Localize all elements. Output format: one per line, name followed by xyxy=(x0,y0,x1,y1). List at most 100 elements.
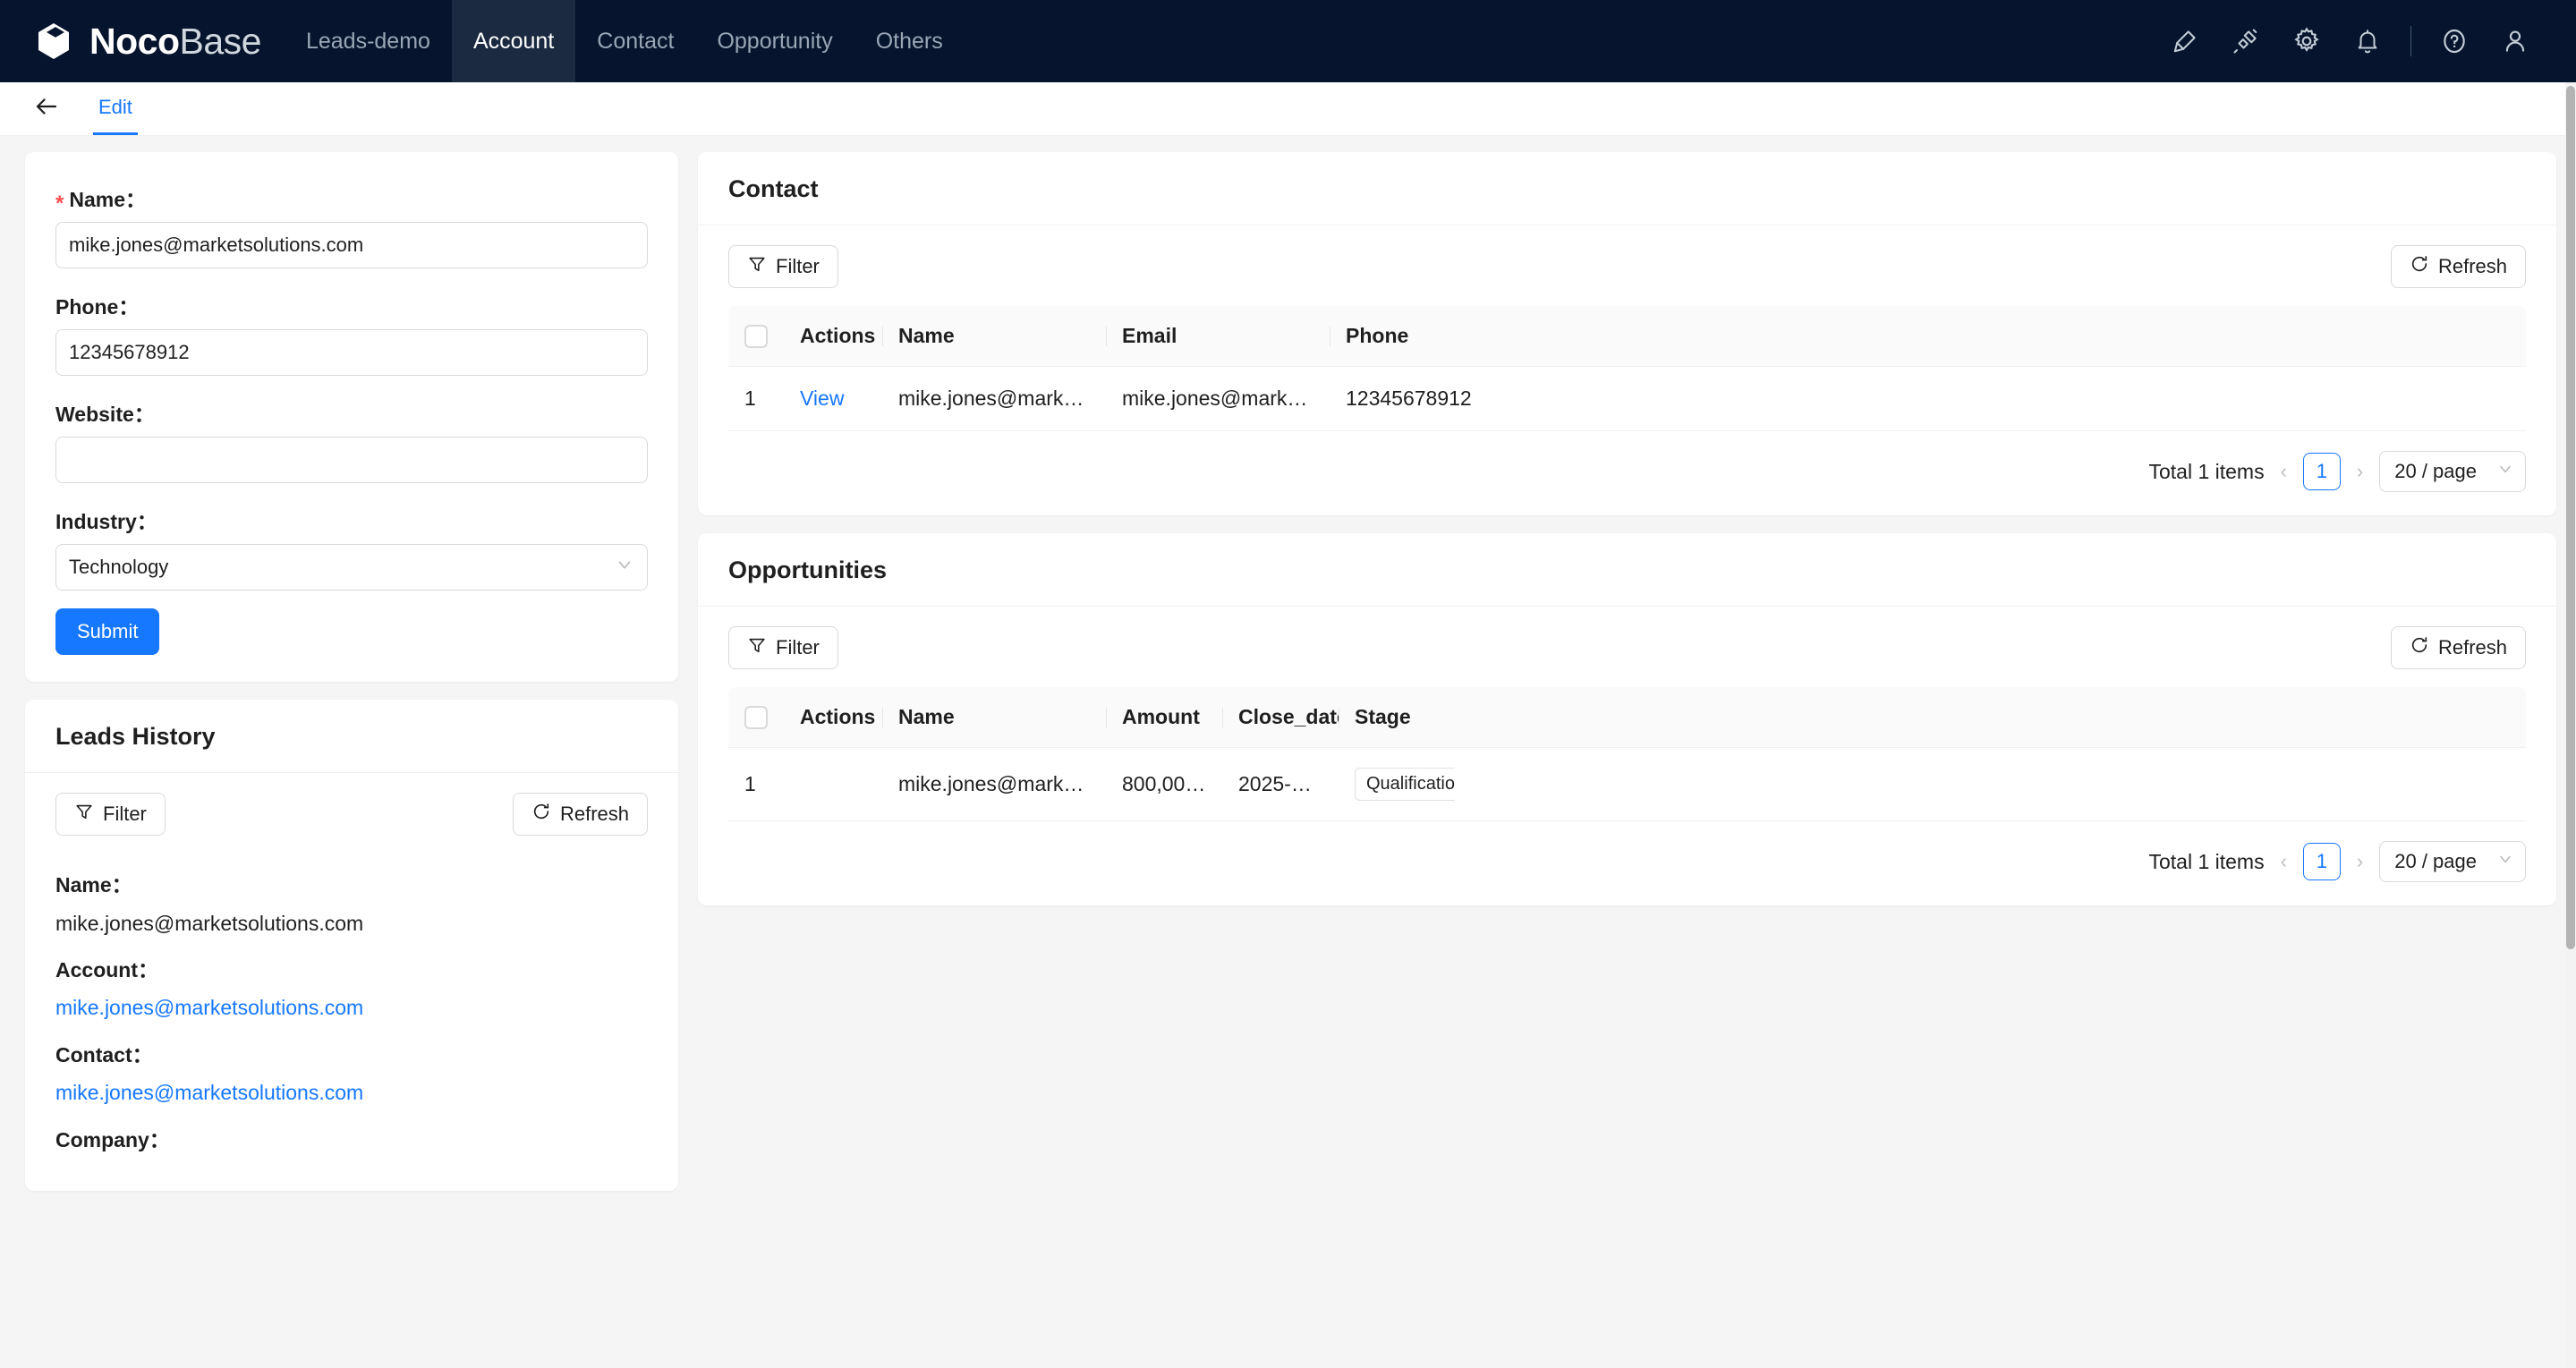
opportunities-page-size-label: 20 / page xyxy=(2394,850,2477,872)
leads-history-refresh-button[interactable]: Refresh xyxy=(512,793,648,836)
contact-refresh-button[interactable]: Refresh xyxy=(2390,245,2526,288)
opportunities-row-index: 1 xyxy=(728,747,784,821)
opportunities-toolbar: Filter Refresh xyxy=(698,607,2556,687)
nav-item-opportunity[interactable]: Opportunity xyxy=(695,0,854,82)
page-scrollbar[interactable] xyxy=(2565,82,2576,1368)
opportunities-col-actions: Actions xyxy=(784,687,882,748)
contact-page-1[interactable]: 1 xyxy=(2302,453,2341,490)
select-all-checkbox[interactable] xyxy=(744,324,768,348)
brand-title: Noco Base xyxy=(89,20,261,62)
contact-pagination: Total 1 items ‹ 1 › 20 / page xyxy=(698,431,2556,515)
field-phone-label-text: Phone： xyxy=(55,295,140,319)
contact-header-row: Actions Name Email Phone xyxy=(728,306,2526,367)
opportunities-col-stage: Stage xyxy=(1339,687,1455,748)
contact-total-label: Total 1 items xyxy=(2148,459,2265,483)
contact-col-name: Name xyxy=(882,306,1106,367)
table-row[interactable]: 1 View mike.jones@marketsolutions.com mi… xyxy=(728,366,2526,431)
contact-filter-button[interactable]: Filter xyxy=(728,245,838,288)
nav-item-account[interactable]: Account xyxy=(451,0,576,82)
leads-history-body: Name： mike.jones@marketsolutions.com Acc… xyxy=(25,868,678,1191)
opportunities-row-filler xyxy=(1455,747,2526,821)
nav-item-leads-demo[interactable]: Leads-demo xyxy=(285,0,452,82)
opportunities-table-body: 1 mike.jones@marketsolutions.com 800,000… xyxy=(728,747,2526,821)
page-scrollbar-thumb[interactable] xyxy=(2566,86,2575,949)
contact-table: Actions Name Email Phone 1 View mike.jon… xyxy=(728,306,2526,431)
help-circle-icon[interactable] xyxy=(2424,0,2485,82)
brand-title-bold: Noco xyxy=(89,20,180,62)
refresh-icon xyxy=(2410,254,2429,279)
field-name-label-text: Name： xyxy=(69,188,146,211)
chevron-left-icon[interactable]: ‹ xyxy=(2277,850,2291,873)
field-phone-label: Phone： xyxy=(55,290,648,320)
view-link[interactable]: View xyxy=(800,387,844,410)
leads-history-company-label-cutoff: Company： xyxy=(55,1128,170,1152)
leads-history-contact-link[interactable]: mike.jones@marketsolutions.com xyxy=(55,1081,648,1105)
contact-table-wrap: Actions Name Email Phone 1 View mike.jon… xyxy=(698,306,2556,431)
gear-icon[interactable] xyxy=(2276,0,2337,82)
field-industry-label-text: Industry： xyxy=(55,510,157,533)
user-avatar-icon[interactable] xyxy=(2485,0,2546,82)
contact-col-phone: Phone xyxy=(1330,306,1491,367)
chevron-right-icon[interactable]: › xyxy=(2353,850,2367,873)
filter-icon xyxy=(747,635,767,660)
opportunities-title: Opportunities xyxy=(728,557,887,583)
cube-logo-icon xyxy=(32,20,75,63)
leads-history-account-label: Account： xyxy=(55,958,158,982)
industry-select-value: Technology xyxy=(69,556,169,578)
leads-history-filter-button[interactable]: Filter xyxy=(55,793,166,836)
highlighter-icon[interactable] xyxy=(2155,0,2215,82)
opportunities-row-amount: 800,000.00 xyxy=(1106,747,1222,821)
contact-title: Contact xyxy=(728,175,819,202)
contact-table-body: 1 View mike.jones@marketsolutions.com mi… xyxy=(728,366,2526,431)
leads-history-header: Leads History xyxy=(25,700,678,773)
opportunities-table-head: Actions Name Amount Close_date Stage xyxy=(728,687,2526,748)
chevron-right-icon[interactable]: › xyxy=(2353,460,2367,483)
nav-item-label: Account xyxy=(472,28,555,54)
nav-item-others[interactable]: Others xyxy=(854,0,965,82)
contact-col-filler xyxy=(1491,306,2526,367)
leads-history-name-value: mike.jones@marketsolutions.com xyxy=(55,912,364,935)
leads-history-account-link[interactable]: mike.jones@marketsolutions.com xyxy=(55,996,648,1020)
table-row[interactable]: 1 mike.jones@marketsolutions.com 800,000… xyxy=(728,747,2526,821)
required-asterisk-icon: * xyxy=(55,191,64,216)
edit-form-card: * Name： Phone： Website： Industry： xyxy=(25,152,678,682)
opportunities-row-name: mike.jones@marketsolutions.com xyxy=(882,747,1106,821)
arrow-left-icon xyxy=(33,93,60,124)
field-website: Website： xyxy=(55,397,648,483)
website-input[interactable] xyxy=(55,437,648,483)
field-name: * Name： xyxy=(55,183,648,268)
opportunities-refresh-button[interactable]: Refresh xyxy=(2390,626,2526,669)
nav-item-contact[interactable]: Contact xyxy=(575,0,695,82)
contact-page-size-select[interactable]: 20 / page xyxy=(2379,451,2526,492)
contact-row-email: mike.jones@marketsolutions.com xyxy=(1106,366,1330,431)
select-all-checkbox[interactable] xyxy=(744,705,768,729)
contact-refresh-label: Refresh xyxy=(2437,255,2507,277)
contact-row-phone: 12345678912 xyxy=(1330,366,1491,431)
phone-input[interactable] xyxy=(55,329,648,376)
industry-select[interactable]: Technology xyxy=(55,544,648,591)
leads-history-refresh-label: Refresh xyxy=(559,803,629,825)
opportunities-table: Actions Name Amount Close_date Stage 1 m… xyxy=(728,687,2526,821)
submit-button[interactable]: Submit xyxy=(55,608,160,655)
opportunities-header-row: Actions Name Amount Close_date Stage xyxy=(728,687,2526,748)
nav-menu: Leads-demo Account Contact Opportunity O… xyxy=(285,0,2155,82)
opportunities-page-size-select[interactable]: 20 / page xyxy=(2379,841,2526,882)
opportunities-filter-label: Filter xyxy=(776,636,820,659)
left-column: * Name： Phone： Website： Industry： xyxy=(25,152,678,1192)
leads-history-toolbar: Filter Refresh xyxy=(25,773,678,854)
opportunities-page-1[interactable]: 1 xyxy=(2302,843,2341,880)
opportunities-filter-button[interactable]: Filter xyxy=(728,626,838,669)
chevron-left-icon[interactable]: ‹ xyxy=(2277,460,2291,483)
tab-strip: Edit xyxy=(93,82,138,135)
opportunities-pagination: Total 1 items ‹ 1 › 20 / page xyxy=(698,821,2556,905)
back-button[interactable] xyxy=(25,82,68,135)
tab-edit[interactable]: Edit xyxy=(93,82,138,135)
opportunities-row-actions xyxy=(784,747,882,821)
name-input[interactable] xyxy=(55,222,648,268)
nav-item-label: Contact xyxy=(597,28,675,54)
brand-logo-area[interactable]: Noco Base xyxy=(0,0,285,82)
plugin-icon[interactable] xyxy=(2215,0,2276,82)
opportunities-col-close-date: Close_date xyxy=(1222,687,1348,748)
bell-icon[interactable] xyxy=(2337,0,2398,82)
contact-filter-label: Filter xyxy=(776,255,820,277)
